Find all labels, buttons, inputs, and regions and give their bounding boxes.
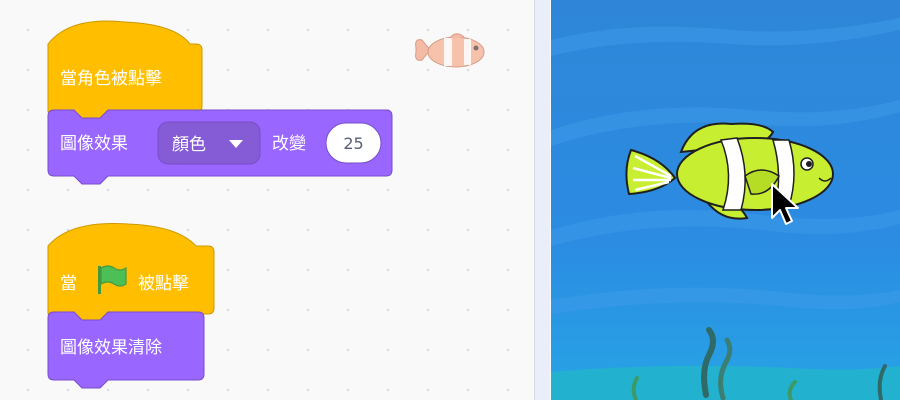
effect-dropdown[interactable]: 顏色 (157, 121, 261, 165)
when-sprite-clicked-hat-block[interactable]: 當角色被點擊 (47, 20, 203, 121)
clear-effects-label: 圖像效果清除 (60, 338, 162, 358)
effect-prefix-label: 圖像效果 (60, 134, 128, 154)
stage-canvas (551, 0, 900, 400)
when-flag-clicked-hat-block[interactable]: 當 被點擊 (47, 223, 215, 323)
change-effect-block[interactable]: 圖像效果 顏色 改變 25 (47, 109, 393, 185)
effect-verb-label: 改變 (272, 134, 306, 154)
hat-block-label: 當角色被點擊 (60, 69, 162, 89)
workspace-scrollbar[interactable] (534, 0, 550, 400)
effect-amount-input[interactable]: 25 (325, 122, 382, 164)
code-workspace[interactable]: 當角色被點擊 圖像效果 顏色 改變 25 當 被點擊 圖像效果清除 (0, 0, 534, 400)
hat-when-label: 當 (60, 274, 77, 294)
effect-amount-value: 25 (343, 134, 363, 153)
clear-effects-block[interactable]: 圖像效果清除 (47, 311, 205, 389)
hat-clicked-label: 被點擊 (138, 274, 189, 294)
effect-dropdown-value: 顏色 (172, 135, 206, 155)
blocks-canvas: 當角色被點擊 圖像效果 顏色 改變 25 當 被點擊 圖像效果清除 (47, 20, 485, 389)
clownfish-thumbnail-icon (415, 33, 485, 68)
stage[interactable] (551, 0, 900, 400)
